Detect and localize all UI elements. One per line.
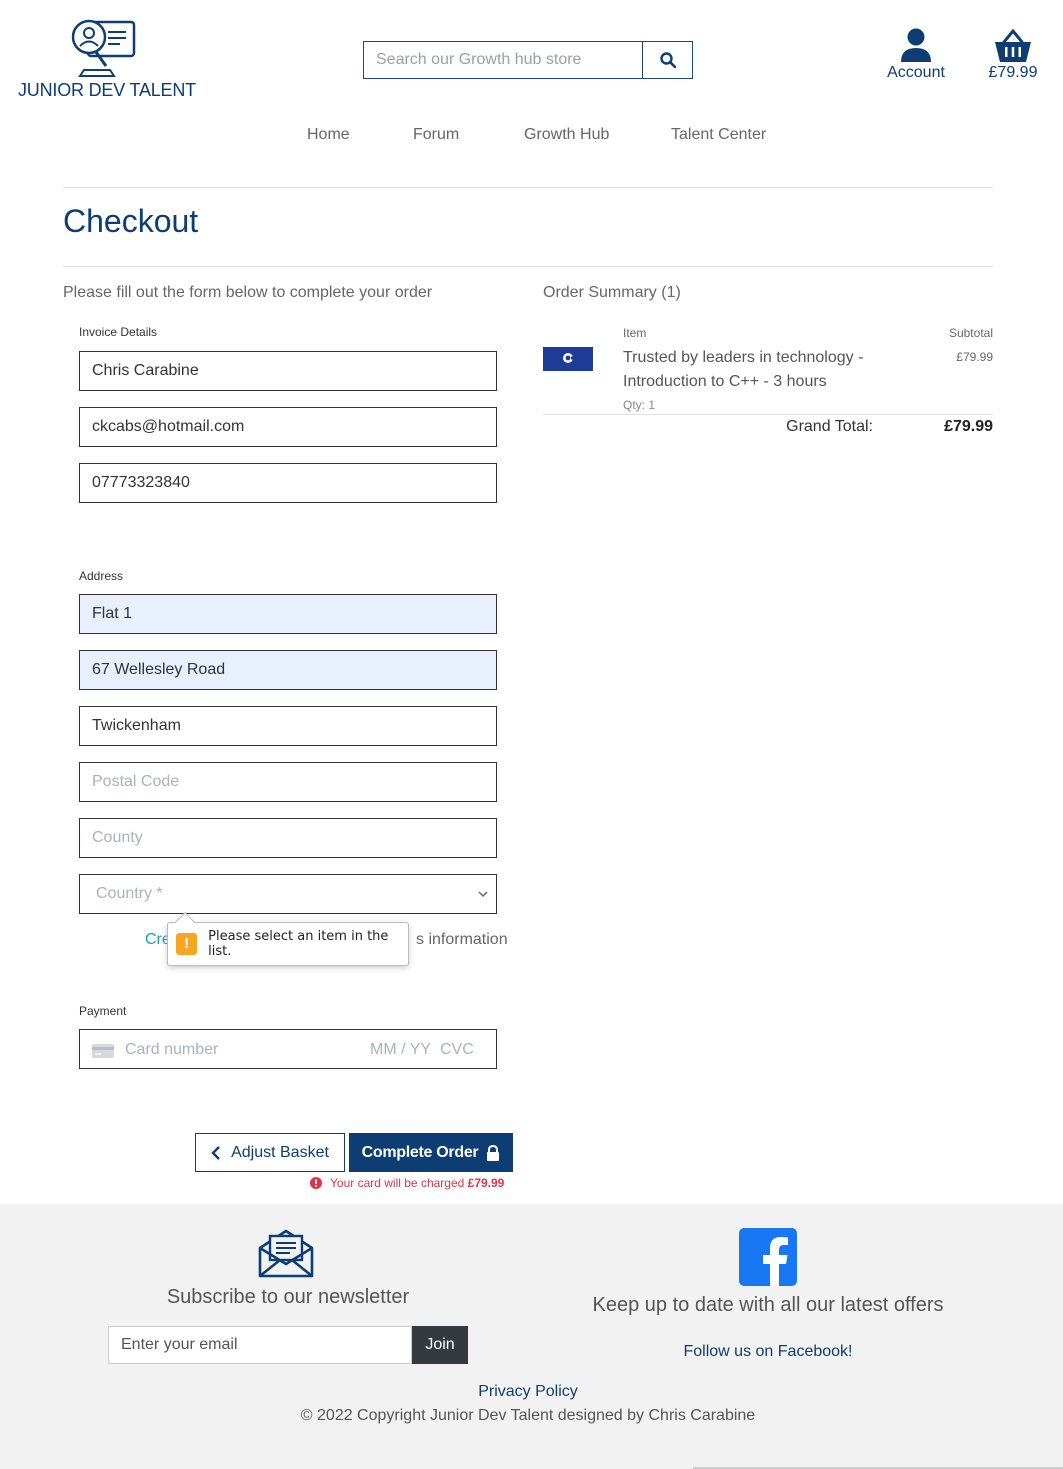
logo[interactable]: JUNIOR DEV TALENT xyxy=(18,18,196,104)
complete-order-label: Complete Order xyxy=(361,1143,479,1161)
nav-home[interactable]: Home xyxy=(307,126,350,144)
nav-growth-hub[interactable]: Growth Hub xyxy=(524,126,609,144)
facebook-icon[interactable] xyxy=(739,1228,797,1291)
credit-card-icon xyxy=(92,1044,114,1058)
cpp-logo-icon xyxy=(563,353,574,363)
divider xyxy=(63,266,993,267)
warning-icon: ! xyxy=(176,933,198,955)
product-subtotal: £79.99 xyxy=(956,350,993,364)
order-summary-title: Order Summary (1) xyxy=(543,284,681,301)
tooltip-text: Please select an item in the list. xyxy=(208,929,389,959)
grand-total-value: £79.99 xyxy=(944,418,993,435)
basket-link[interactable]: £79.99 xyxy=(980,28,1046,88)
product-thumbnail[interactable] xyxy=(543,347,593,371)
account-link[interactable]: Account xyxy=(880,28,952,88)
product-name[interactable]: Trusted by leaders in technology - Intro… xyxy=(623,346,883,394)
postcode-field[interactable]: Postal Code xyxy=(79,762,497,802)
tooltip-arrow xyxy=(175,912,195,932)
invoice-details-label: Invoice Details xyxy=(79,325,158,339)
logo-icon xyxy=(71,19,136,77)
account-label: Account xyxy=(887,64,945,81)
search-input[interactable] xyxy=(364,42,642,78)
charge-amount: £79.99 xyxy=(467,1176,505,1190)
search-bar xyxy=(363,41,693,79)
divider xyxy=(63,187,993,188)
phone-field[interactable]: 07773323840 xyxy=(79,463,497,503)
address-line2-field[interactable]: 67 Wellesley Road xyxy=(79,650,497,690)
save-info-text: s information xyxy=(416,931,508,948)
lock-icon xyxy=(487,1144,500,1161)
address-label: Address xyxy=(79,569,124,583)
product-qty: Qty: 1 xyxy=(623,398,656,412)
charge-note: Your card will be charged £79.99 xyxy=(310,1176,504,1190)
address-line1-field[interactable]: Flat 1 xyxy=(79,594,497,634)
payment-label: Payment xyxy=(79,1004,127,1018)
main-nav: Home Forum Growth Hub Talent Center xyxy=(0,126,1063,152)
subtotal-column-header: Subtotal xyxy=(948,326,993,340)
summary-divider xyxy=(543,414,993,415)
adjust-basket-button[interactable]: Adjust Basket xyxy=(195,1133,345,1172)
basket-total: £79.99 xyxy=(988,64,1038,81)
nav-talent-center[interactable]: Talent Center xyxy=(671,126,766,144)
nav-forum[interactable]: Forum xyxy=(413,126,459,144)
privacy-policy-link[interactable]: Privacy Policy xyxy=(380,1383,676,1401)
adjust-basket-label: Adjust Basket xyxy=(231,1143,329,1161)
newsletter-title: Subscribe to our newsletter xyxy=(166,1286,410,1308)
search-icon xyxy=(659,52,676,68)
form-intro: Please fill out the form below to comple… xyxy=(63,284,433,301)
card-cvc-input[interactable]: CVC xyxy=(440,1041,474,1059)
alert-circle-icon xyxy=(310,1177,322,1189)
join-button[interactable]: Join xyxy=(412,1326,468,1364)
card-field[interactable]: Card number MM / YY CVC xyxy=(79,1029,497,1069)
grand-total-label: Grand Total: xyxy=(786,418,873,435)
logo-text: JUNIOR DEV TALENT xyxy=(18,80,196,100)
county-field[interactable]: County xyxy=(79,818,497,858)
user-icon xyxy=(901,28,931,62)
search-button[interactable] xyxy=(642,42,692,78)
copyright: © 2022 Copyright Junior Dev Talent desig… xyxy=(300,1407,756,1424)
chevron-down-icon xyxy=(478,891,488,898)
country-select-label: Country * xyxy=(96,885,163,902)
complete-order-button[interactable]: Complete Order xyxy=(349,1133,513,1172)
country-select[interactable]: Country * xyxy=(79,874,497,914)
basket-icon xyxy=(995,28,1031,62)
facebook-link[interactable]: Follow us on Facebook! xyxy=(640,1343,896,1361)
envelope-icon xyxy=(258,1228,314,1283)
chevron-left-icon xyxy=(211,1145,220,1160)
charge-note-text: Your card will be charged xyxy=(330,1176,465,1190)
card-number-input[interactable]: Card number xyxy=(125,1041,218,1059)
email-field[interactable]: ckcabs@hotmail.com xyxy=(79,407,497,447)
card-expiry-input[interactable]: MM / YY xyxy=(370,1041,431,1059)
page-title: Checkout xyxy=(63,203,199,239)
validation-tooltip: ! Please select an item in the list. xyxy=(167,912,409,966)
full-name-field[interactable]: Chris Carabine xyxy=(79,351,497,391)
offers-text: Keep up to date with all our latest offe… xyxy=(592,1294,944,1316)
newsletter-email-input[interactable]: Enter your email xyxy=(108,1326,412,1364)
item-column-header: Item xyxy=(623,326,647,340)
town-field[interactable]: Twickenham xyxy=(79,706,497,746)
